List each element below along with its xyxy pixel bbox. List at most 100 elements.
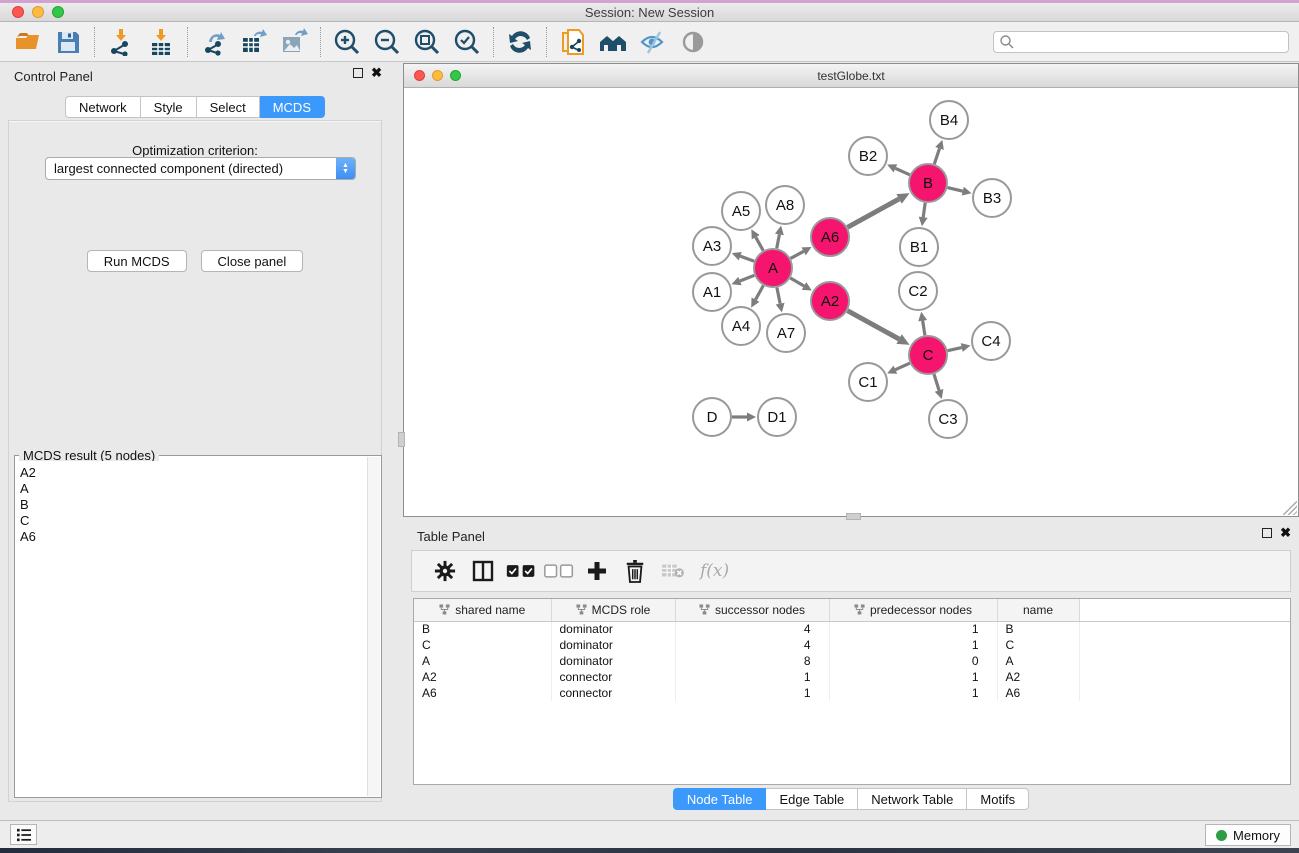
- table-row[interactable]: Adominator80A: [414, 653, 1290, 669]
- mcds-result-scrollbar[interactable]: [367, 457, 380, 796]
- tab-node-table[interactable]: Node Table: [673, 788, 767, 810]
- column-header-predecessor-nodes[interactable]: predecessor nodes: [829, 599, 997, 621]
- new-network-from-selection-icon[interactable]: [553, 25, 593, 59]
- graph-edge-B-B4[interactable]: [934, 148, 939, 164]
- table-cell[interactable]: C: [997, 637, 1079, 653]
- apply-layout-icon[interactable]: [500, 25, 540, 59]
- table-cell[interactable]: A6: [414, 685, 551, 701]
- import-network-icon[interactable]: [101, 25, 141, 59]
- horizontal-divider-handle[interactable]: [846, 513, 861, 520]
- table-row[interactable]: A2connector11A2: [414, 669, 1290, 685]
- tab-network[interactable]: Network: [65, 96, 141, 118]
- network-window-titlebar[interactable]: testGlobe.txt: [404, 64, 1298, 88]
- criterion-select[interactable]: largest connected component (directed) ▲…: [45, 157, 356, 180]
- deselect-all-checkboxes-icon[interactable]: [540, 554, 578, 588]
- float-table-panel-icon[interactable]: [1262, 528, 1272, 538]
- network-canvas[interactable]: AA1A2A3A4A5A6A7A8BB1B2B3B4CC1C2C3C4DD1: [404, 88, 1298, 516]
- tab-motifs[interactable]: Motifs: [967, 788, 1029, 810]
- table-cell[interactable]: B: [997, 621, 1079, 637]
- table-cell[interactable]: A: [997, 653, 1079, 669]
- graph-edge-A-A7[interactable]: [777, 288, 780, 304]
- column-manager-icon[interactable]: [464, 554, 502, 588]
- table-row[interactable]: Cdominator41C: [414, 637, 1290, 653]
- mcds-result-item[interactable]: A: [20, 481, 367, 497]
- run-mcds-button[interactable]: Run MCDS: [87, 250, 187, 272]
- close-table-panel-icon[interactable]: ✖: [1280, 528, 1291, 538]
- graph-edge-C-C1[interactable]: [895, 363, 909, 369]
- delete-table-icon[interactable]: [654, 554, 692, 588]
- table-cell[interactable]: dominator: [551, 621, 675, 637]
- mcds-result-list[interactable]: A2ABCA6: [16, 461, 367, 796]
- search-field[interactable]: [993, 31, 1289, 53]
- table-cell[interactable]: B: [414, 621, 551, 637]
- graph-edge-A-A6[interactable]: [791, 251, 804, 258]
- zoom-out-icon[interactable]: [367, 25, 407, 59]
- graph-edge-C-C3[interactable]: [934, 374, 939, 390]
- tab-style[interactable]: Style: [141, 96, 197, 118]
- tab-select[interactable]: Select: [197, 96, 260, 118]
- table-cell[interactable]: A2: [997, 669, 1079, 685]
- column-header-name[interactable]: name: [997, 599, 1079, 621]
- close-panel-icon[interactable]: ✖: [371, 68, 382, 78]
- table-cell[interactable]: 1: [829, 637, 997, 653]
- table-cell[interactable]: 4: [675, 621, 829, 637]
- save-session-icon[interactable]: [48, 25, 88, 59]
- tab-mcds[interactable]: MCDS: [260, 96, 325, 118]
- graph-edge-A-A5[interactable]: [756, 237, 764, 250]
- column-header-successor-nodes[interactable]: successor nodes: [675, 599, 829, 621]
- table-cell[interactable]: dominator: [551, 653, 675, 669]
- zoom-in-icon[interactable]: [327, 25, 367, 59]
- table-cell[interactable]: A6: [997, 685, 1079, 701]
- tab-edge-table[interactable]: Edge Table: [766, 788, 858, 810]
- close-panel-button[interactable]: Close panel: [201, 250, 304, 272]
- add-column-icon[interactable]: [578, 554, 616, 588]
- hide-selected-icon[interactable]: [633, 25, 673, 59]
- open-file-icon[interactable]: [8, 25, 48, 59]
- table-cell[interactable]: 1: [829, 621, 997, 637]
- mcds-result-item[interactable]: B: [20, 497, 367, 513]
- select-all-checkboxes-icon[interactable]: [502, 554, 540, 588]
- table-cell[interactable]: dominator: [551, 637, 675, 653]
- table-cell[interactable]: 1: [675, 669, 829, 685]
- tab-network-table[interactable]: Network Table: [858, 788, 967, 810]
- table-cell[interactable]: 4: [675, 637, 829, 653]
- mcds-result-item[interactable]: A2: [20, 465, 367, 481]
- column-header-shared-name[interactable]: shared name: [414, 599, 551, 621]
- zoom-fit-icon[interactable]: [407, 25, 447, 59]
- graph-edge-C-C2[interactable]: [923, 321, 925, 336]
- table-cell[interactable]: C: [414, 637, 551, 653]
- graph-edge-B-B1[interactable]: [923, 203, 925, 217]
- resize-grip-icon[interactable]: [1283, 501, 1297, 515]
- table-cell[interactable]: A2: [414, 669, 551, 685]
- export-network-icon[interactable]: [194, 25, 234, 59]
- table-cell[interactable]: 1: [829, 685, 997, 701]
- graph-edge-A6-B[interactable]: [848, 199, 900, 227]
- graph-edge-A-A4[interactable]: [755, 286, 763, 300]
- search-input[interactable]: [1015, 33, 1288, 51]
- graph-edge-B-B3[interactable]: [947, 188, 962, 192]
- delete-column-icon[interactable]: [616, 554, 654, 588]
- graph-edge-B-B2[interactable]: [895, 168, 909, 174]
- graph-edge-C-C4[interactable]: [948, 348, 962, 351]
- table-cell[interactable]: 0: [829, 653, 997, 669]
- graph-edge-A-A1[interactable]: [740, 275, 754, 281]
- table-cell[interactable]: 1: [675, 685, 829, 701]
- table-row[interactable]: A6connector11A6: [414, 685, 1290, 701]
- first-neighbors-icon[interactable]: [593, 25, 633, 59]
- graph-edge-A2-C[interactable]: [848, 311, 900, 339]
- column-header-MCDS-role[interactable]: MCDS role: [551, 599, 675, 621]
- export-image-icon[interactable]: [274, 25, 314, 59]
- mcds-result-item[interactable]: C: [20, 513, 367, 529]
- task-history-button[interactable]: [10, 824, 37, 845]
- zoom-selected-icon[interactable]: [447, 25, 487, 59]
- table-cell[interactable]: connector: [551, 685, 675, 701]
- float-panel-icon[interactable]: [353, 68, 363, 78]
- table-cell[interactable]: 1: [829, 669, 997, 685]
- memory-button[interactable]: Memory: [1205, 824, 1291, 846]
- graph-edge-A-A2[interactable]: [790, 278, 804, 286]
- mcds-result-item[interactable]: A6: [20, 529, 367, 545]
- table-cell[interactable]: 8: [675, 653, 829, 669]
- graph-edge-A-A3[interactable]: [740, 256, 754, 261]
- settings-gear-icon[interactable]: [426, 554, 464, 588]
- graph-edge-A-A8[interactable]: [777, 234, 780, 248]
